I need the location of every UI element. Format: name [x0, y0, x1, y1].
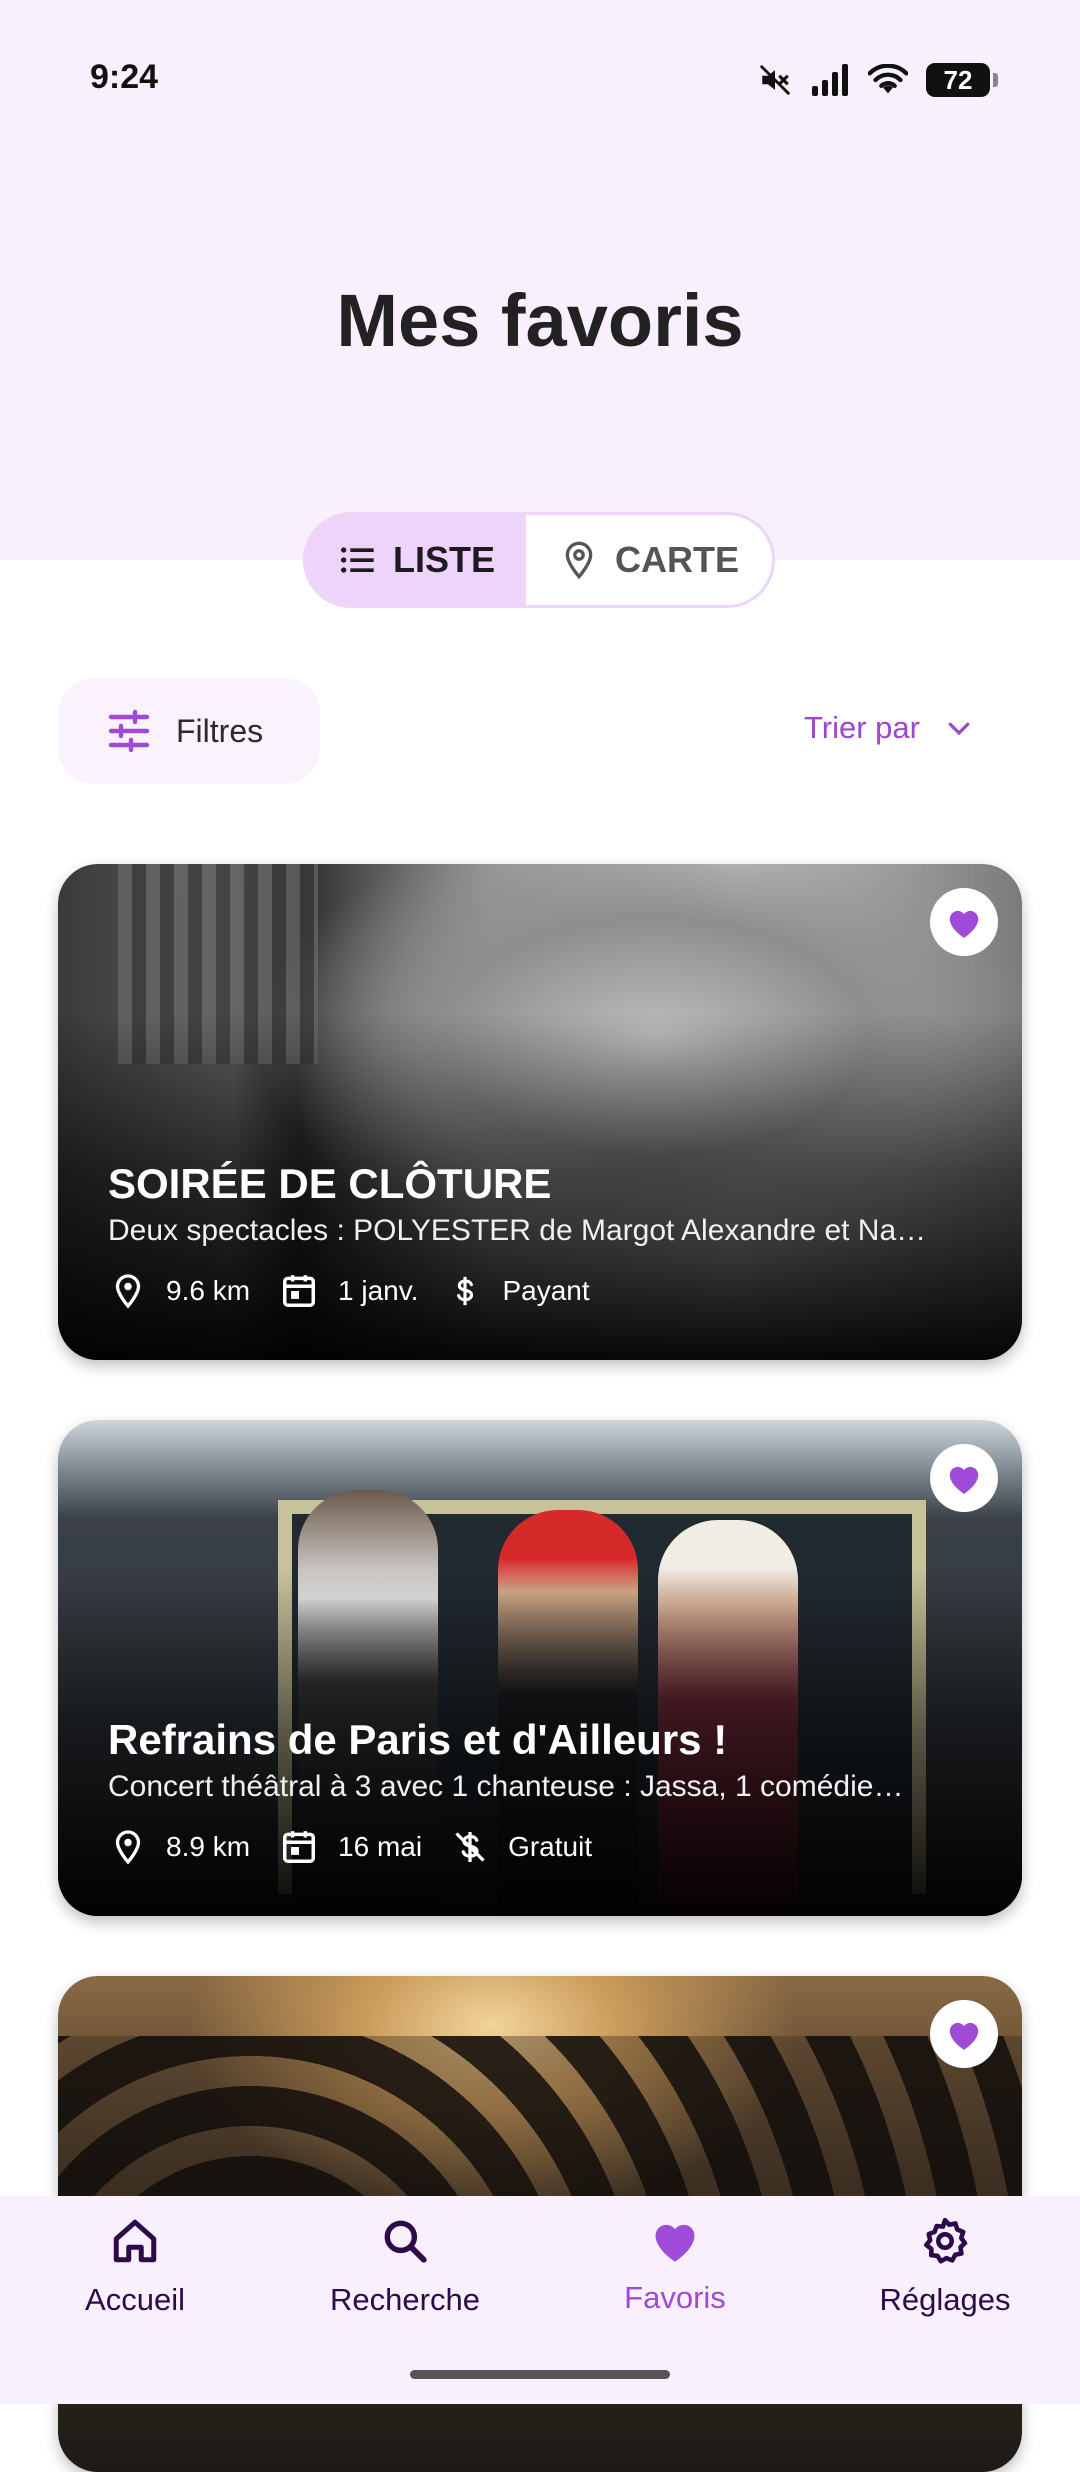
nav-item-reglages[interactable]: Réglages — [810, 2196, 1080, 2404]
map-view-label: CARTE — [615, 539, 739, 580]
calendar-icon — [283, 1275, 316, 1307]
status-icons: 72 — [758, 60, 998, 100]
event-description: Concert théâtral à 3 avec 1 chanteuse : … — [108, 1770, 904, 1803]
search-icon — [384, 2220, 427, 2263]
wifi-icon — [868, 64, 908, 94]
event-meta: 9.6 km 1 janv. Payant — [110, 1272, 620, 1310]
map-pin-icon — [565, 541, 593, 580]
heart-icon — [949, 2022, 979, 2050]
heart-icon — [655, 2224, 695, 2262]
tune-icon — [108, 709, 150, 753]
filters-label: Filtres — [176, 712, 264, 749]
signal-icon — [812, 64, 848, 96]
nav-label: Recherche — [330, 2282, 480, 2317]
event-title: Refrains de Paris et d'Ailleurs ! — [108, 1716, 728, 1763]
location-pin-icon — [115, 1274, 141, 1309]
event-price: Payant — [502, 1275, 590, 1306]
calendar-icon — [283, 1831, 316, 1863]
home-icon — [113, 2219, 157, 2263]
paid-icon — [457, 1276, 474, 1306]
nav-label: Favoris — [624, 2280, 726, 2315]
event-card[interactable]: SOIRÉE DE CLÔTURE Deux spectacles : POLY… — [58, 864, 1022, 1360]
free-icon — [455, 1832, 485, 1862]
filters-button[interactable]: Filtres — [58, 678, 320, 784]
battery-indicator: 72 — [926, 63, 998, 97]
event-date: 1 janv. — [338, 1275, 419, 1306]
home-indicator[interactable] — [410, 2370, 670, 2379]
favorite-button[interactable] — [930, 888, 998, 956]
heart-icon — [949, 910, 979, 938]
event-title: SOIRÉE DE CLÔTURE — [108, 1160, 552, 1207]
view-toggle: LISTE CARTE — [303, 512, 775, 608]
event-price: Gratuit — [508, 1831, 593, 1862]
favorite-button[interactable] — [930, 2000, 998, 2068]
event-description: Deux spectacles : POLYESTER de Margot Al… — [108, 1214, 927, 1247]
favorite-button[interactable] — [930, 1444, 998, 1512]
list-icon — [340, 547, 374, 573]
status-time: 9:24 — [90, 58, 159, 96]
page-title: Mes favoris — [336, 279, 744, 362]
list-view-tab[interactable]: LISTE — [306, 515, 526, 605]
heart-icon — [949, 1466, 979, 1494]
event-distance: 9.6 km — [166, 1275, 251, 1306]
event-meta: 8.9 km 16 mai Gratuit — [110, 1828, 622, 1866]
chevron-down-icon — [948, 722, 970, 736]
mute-icon — [759, 64, 791, 96]
nav-item-accueil[interactable]: Accueil — [0, 2196, 270, 2404]
nav-label: Accueil — [85, 2282, 185, 2317]
gear-icon — [923, 2217, 968, 2264]
event-distance: 8.9 km — [166, 1831, 251, 1862]
location-pin-icon — [115, 1830, 141, 1865]
list-view-label: LISTE — [392, 539, 495, 580]
sort-label: Trier par — [804, 710, 920, 745]
nav-label: Réglages — [879, 2282, 1011, 2317]
event-card[interactable]: Refrains de Paris et d'Ailleurs ! Concer… — [58, 1420, 1022, 1916]
event-date: 16 mai — [338, 1831, 423, 1862]
sort-dropdown[interactable]: Trier par — [804, 710, 974, 746]
map-view-tab[interactable]: CARTE — [526, 515, 772, 605]
